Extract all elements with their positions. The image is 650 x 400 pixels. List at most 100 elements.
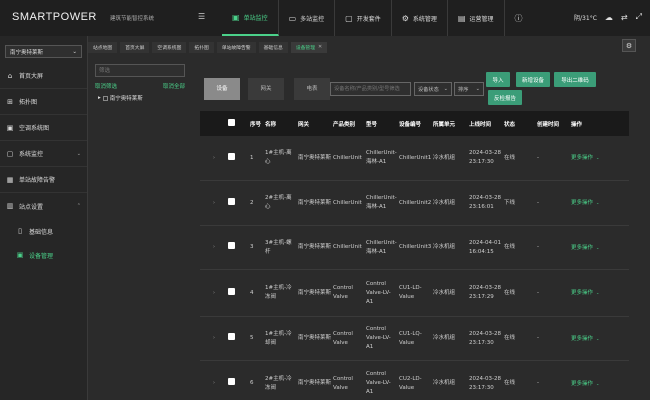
table-row[interactable]: › 3 3#主机-螺杆 南宁奥特莱斯 ChillerUnit ChillerUnit-海林… [200,226,629,270]
row-expand-icon[interactable]: › [200,154,226,163]
sidebar-item-fault-alarm[interactable]: ▦ 单站故障告警 [0,167,87,193]
cell-gateway: 南宁奥特莱斯 [298,244,331,250]
nav-system-manage[interactable]: ⚙ 系统管理 [392,0,448,36]
table-row[interactable]: › 1 1#主机-离心 南宁奥特莱斯 ChillerUnit ChillerUnit-海林… [200,136,629,181]
sidebar-item-label: 设备管理 [29,252,54,260]
sidebar-item-site-settings[interactable]: ▥ 站点设置 ⌃ [0,193,87,219]
close-icon[interactable]: ✕ [318,44,322,50]
cell-created: - [537,154,539,161]
button-label: 导入 [492,77,504,84]
fullscreen-icon[interactable]: ⤢ [636,12,642,22]
cell-code: CU1-LD-Value [399,285,422,300]
tab-device-manage[interactable]: 设备管理 ✕ [290,41,328,53]
row-checkbox[interactable] [228,287,235,295]
row-expand-icon[interactable]: › [200,243,226,252]
row-select-cell[interactable] [226,287,248,299]
row-select-cell[interactable] [226,378,248,389]
table-row[interactable]: › 2 2#主机-离心 南宁奥特莱斯 ChillerUnit ChillerUnit-海林… [200,181,629,226]
cell-model: ChillerUnit-海林-A1 [366,239,397,255]
nav-multi-station[interactable]: ▭ 多站监控 [279,0,336,36]
code-icon: ▢ [345,13,353,23]
cancel-all-link[interactable]: 取消全部 [163,82,185,90]
tree-filter-input[interactable] [95,64,185,77]
type-tab-meter[interactable]: 电表 [294,78,330,100]
header-cell: 所属单元 [433,121,456,128]
tab-aircon-diagram[interactable]: 空调系统图 [152,41,187,53]
cell-model: Control Valve-LV-A1 [366,371,391,395]
tab-basic-info[interactable]: 基础信息 [258,41,288,53]
sidebar-subitem-basic-info[interactable]: ▯ 基础信息 [0,219,87,243]
table-row[interactable]: › 5 1#主机-冷却阀 南宁奥特莱斯 Control Valve Control Val… [200,317,629,361]
tab-site-map[interactable]: 站点地图 [88,41,118,53]
more-actions-button[interactable]: 更多操作 ⌄ [569,288,629,298]
tab-fault-alarm[interactable]: 单站故障告警 [216,41,256,53]
tab-label: 站点地图 [93,45,113,51]
caret-right-icon[interactable]: ▸ [98,95,101,101]
chevron-down-icon: ⌄ [596,290,600,295]
device-search-input[interactable] [330,82,411,96]
status-select[interactable]: 设备状态 ⌄ [414,82,452,96]
sidebar-item-label: 系统监控 [19,151,44,158]
swap-icon[interactable]: ⇄ [621,13,628,22]
site-select[interactable]: 南宁奥特莱斯 ⌄ [5,45,82,58]
row-expand-icon[interactable]: › [200,289,226,298]
device-table: 序号 名称 网关 产品类别 型号 设备编号 所属单元 上线时间 状态 创建时间 … [200,111,629,400]
header-select-all[interactable] [226,119,248,128]
cell-index: 2 [250,199,254,206]
alarm-icon: ▦ [6,175,14,184]
menu-icon[interactable]: ☰ [198,12,205,21]
sidebar-item-system-monitor[interactable]: ▢ 系统监控 ⌄ [0,141,87,167]
chevron-down-icon: ⌄ [76,150,81,157]
row-expand-icon[interactable]: › [200,379,226,388]
nav-operation-manage[interactable]: ▤ 运营管理 [448,0,505,36]
nav-single-station[interactable]: ▣ 单站监控 [222,0,279,36]
settings-button[interactable]: ⚙ [622,39,636,52]
row-checkbox[interactable] [228,242,235,249]
type-tab-gateway[interactable]: 网关 [248,78,284,100]
more-actions-button[interactable]: 更多操作 ⌄ [569,153,629,163]
sort-select[interactable]: 排序 ⌄ [454,82,484,96]
row-checkbox[interactable] [228,333,235,340]
row-select-cell[interactable] [226,197,248,209]
tree-node-root[interactable]: ▸ 南宁奥特莱斯 [98,94,186,102]
more-actions-button[interactable]: 更多操作 ⌄ [569,198,629,208]
table-row[interactable]: › 6 2#主机-冷冻阀 南宁奥特莱斯 Control Valve Control Val… [200,361,629,400]
sidebar-item-topology[interactable]: ⊞ 拓扑图 [0,89,87,115]
row-select-cell[interactable] [226,242,248,253]
row-checkbox[interactable] [228,378,235,385]
tab-label: 空调系统图 [157,45,182,51]
info-button[interactable]: ⓘ [505,0,533,36]
row-checkbox[interactable] [228,197,235,205]
table-row[interactable]: › 4 1#主机-冷冻阀 南宁奥特莱斯 Control Valve Control Val… [200,270,629,317]
sidebar-item-label: 空调系统图 [19,125,50,132]
row-expand-icon[interactable]: › [200,199,226,208]
chevron-down-icon: ⌄ [475,86,480,92]
row-checkbox[interactable] [228,152,235,160]
inspection-report-button[interactable]: 反检报告 [488,90,522,105]
tab-topology[interactable]: 拓扑图 [189,41,214,53]
more-actions-button[interactable]: 更多操作 ⌄ [569,379,629,389]
cell-unit: 冷水机组 [433,154,456,161]
row-select-cell[interactable] [226,152,248,164]
nav-label: 系统管理 [412,15,437,23]
more-actions-button[interactable]: 更多操作 ⌄ [569,243,629,253]
sidebar-item-home-screen[interactable]: ⌂ 首页大屏 [0,63,87,89]
cell-gateway: 南宁奥特莱斯 [298,154,331,161]
sidebar-item-aircon-diagram[interactable]: ▣ 空调系统图 [0,115,87,141]
import-button[interactable]: 导入 [486,72,510,87]
add-device-button[interactable]: 新增设备 [516,72,550,87]
tab-home-screen[interactable]: 首页大屏 [120,41,150,53]
type-tab-label: 设备 [216,85,228,92]
header-cell: 序号 [250,121,262,128]
cancel-filter-link[interactable]: 取消筛选 [95,82,117,90]
tree-checkbox[interactable] [102,95,108,101]
type-tab-device[interactable]: 设备 [204,78,240,100]
select-all-checkbox[interactable] [228,119,235,126]
sidebar-subitem-device-manage[interactable]: ▣ 设备管理 [0,243,87,267]
nav-dev-kit[interactable]: ▢ 开发套件 [335,0,392,36]
row-select-cell[interactable] [226,333,248,344]
more-actions-button[interactable]: 更多操作 ⌄ [569,334,629,344]
export-qr-button[interactable]: 导出二维码 [554,72,596,87]
row-expand-icon[interactable]: › [200,334,226,343]
monitor-icon: ▣ [232,12,240,22]
